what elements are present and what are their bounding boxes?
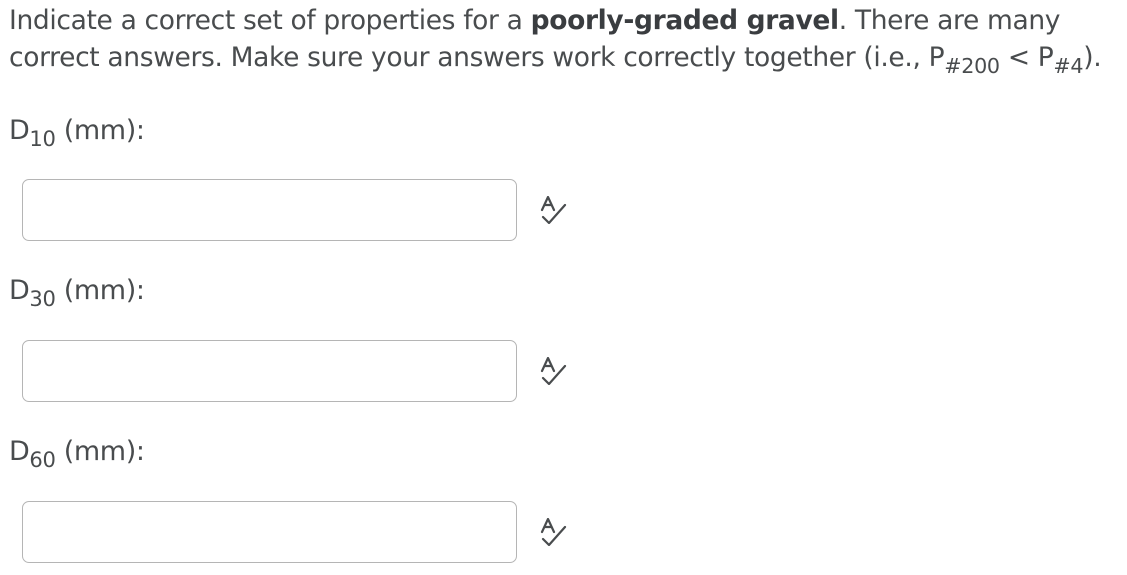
d60-label-subscript: 60 [29, 446, 56, 472]
question-subscript-200: #200 [944, 53, 1000, 78]
d10-label-unit: (mm): [55, 115, 145, 146]
d10-label-subscript: 10 [29, 125, 56, 151]
d60-label-unit: (mm): [55, 436, 145, 467]
d10-label: D10 (mm): [9, 113, 145, 151]
spellcheck-icon[interactable] [539, 357, 569, 385]
spellcheck-icon[interactable] [539, 518, 569, 546]
spellcheck-icon[interactable] [539, 196, 569, 224]
question-less-than: < P [999, 42, 1054, 73]
d60-input[interactable] [22, 501, 517, 563]
d30-label-main: D [9, 275, 30, 306]
d60-label-main: D [9, 436, 30, 467]
d30-label: D30 (mm): [9, 273, 145, 311]
d30-label-subscript: 30 [29, 285, 56, 311]
question-end: ). [1083, 42, 1102, 73]
question-emphasis: poorly-graded gravel [530, 5, 839, 36]
d60-label: D60 (mm): [9, 434, 145, 472]
question-subscript-4: #4 [1053, 53, 1084, 78]
question-intro: Indicate a correct set of properties for… [9, 5, 531, 36]
d10-label-main: D [9, 115, 30, 146]
question-prompt: Indicate a correct set of properties for… [9, 2, 1119, 78]
d30-input[interactable] [22, 340, 517, 402]
d10-input[interactable] [22, 179, 517, 241]
d30-label-unit: (mm): [55, 275, 145, 306]
